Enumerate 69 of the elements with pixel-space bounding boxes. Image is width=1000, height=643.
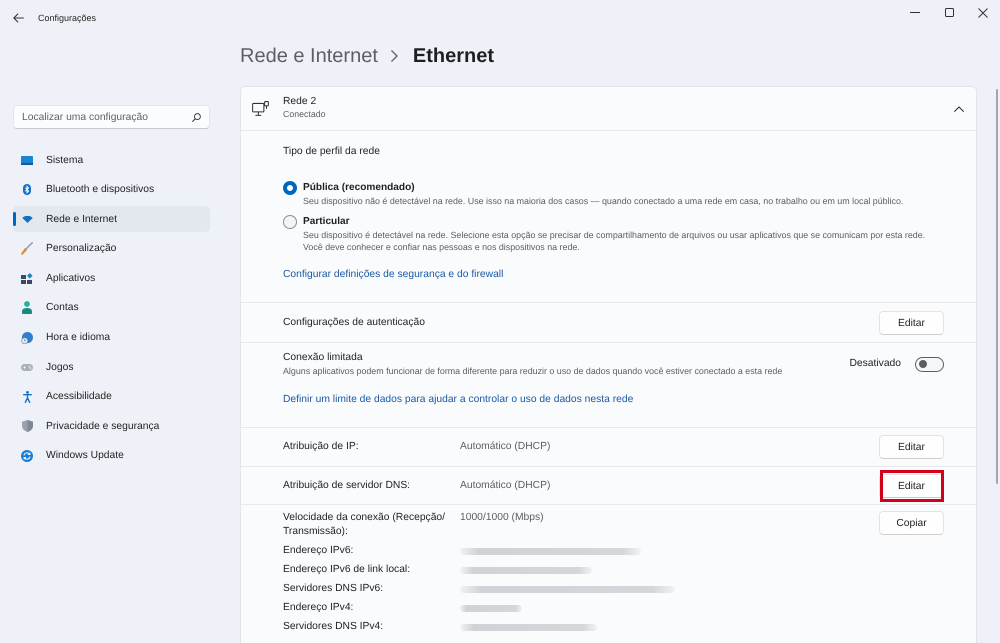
sidebar-item[interactable]: Sistema: [13, 147, 210, 173]
bluetooth-icon: [23, 184, 31, 196]
property-label: Servidores DNS IPv4:: [283, 620, 384, 634]
chevron-right-icon: [390, 50, 398, 62]
sidebar-item[interactable]: Windows Update: [13, 442, 210, 469]
toggle-switch[interactable]: [915, 356, 944, 372]
brush-icon: [21, 242, 33, 256]
radio-label: Pública (recomendado): [303, 181, 416, 195]
property-label: Endereço IPv4:: [283, 601, 354, 615]
search-field[interactable]: Localizar uma configuração: [13, 105, 210, 129]
setting-value: Automático (DHCP): [460, 479, 550, 493]
sidebar-item[interactable]: Jogos: [13, 354, 210, 380]
gamepad-icon: [21, 364, 33, 371]
chevron-up-icon[interactable]: [954, 106, 964, 112]
accessibility-icon: [22, 390, 32, 403]
close-icon: [978, 8, 988, 18]
option-description: Seu dispositivo não é detectável na rede. Use isso na maioria dos casos — quando conectado a uma rede em casa, no trabalho ou em um local público.: [303, 195, 904, 207]
radio-button[interactable]: [283, 215, 297, 229]
setting-label: Configurações de autenticação: [283, 316, 425, 330]
highlight-frame: [880, 470, 944, 502]
section-title: Tipo de perfil da rede: [283, 145, 381, 159]
shield-icon: [22, 420, 32, 432]
setting-value: Automático (DHCP): [460, 440, 550, 454]
sidebar-item[interactable]: Bluetooth e dispositivos: [13, 176, 210, 203]
sidebar-item[interactable]: Privacidade e segurança: [13, 413, 210, 440]
network-name: Rede 2: [283, 96, 318, 108]
wired-monitor-icon: [252, 101, 269, 116]
sidebar-item[interactable]: Acessibilidade: [13, 384, 210, 410]
minimize-icon: [910, 12, 920, 13]
setting-label: Atribuição de IP:: [283, 440, 360, 454]
search-icon: [192, 113, 201, 122]
blurred-value: [460, 605, 522, 612]
sync-icon: [21, 450, 33, 462]
property-label: Endereço IPv6:: [283, 544, 354, 558]
globe-clock-icon: [21, 332, 33, 344]
toggle-state-label: Desativado: [849, 357, 901, 371]
window-title: Configurações: [38, 12, 96, 24]
sidebar-item[interactable]: Contas: [13, 294, 210, 321]
sidebar-item[interactable]: Personalização: [13, 236, 210, 262]
sidebar-item[interactable]: Hora e idioma: [13, 324, 210, 351]
option-description: Seu dispositivo é detectável na rede. Selecione esta opção se precisar de compartilhamento de arquivos ou usar aplicativos que se comunicam por esta rede. Você deve conhecer e confiar nas pessoas e nos dispositivos na rede.: [303, 229, 926, 253]
radio-label: Particular: [303, 215, 351, 229]
back-arrow-icon: [12, 13, 24, 23]
sidebar-item[interactable]: Rede e Internet: [13, 206, 210, 232]
page-title: Ethernet: [412, 44, 494, 69]
person-icon: [22, 301, 32, 314]
edit-button[interactable]: Editar: [879, 474, 944, 498]
setting-label: Atribuição de servidor DNS:: [283, 479, 412, 493]
network-status: Conectado: [283, 108, 326, 121]
firewall-link[interactable]: Configurar definições de segurança e do firewall: [283, 268, 504, 282]
copy-button[interactable]: Copiar: [879, 511, 944, 535]
breadcrumb-link[interactable]: Rede e Internet: [240, 42, 378, 70]
maximize-icon: [944, 8, 954, 17]
edit-button[interactable]: Editar: [879, 311, 944, 335]
edit-button[interactable]: Editar: [879, 435, 944, 459]
setting-description: Alguns aplicativos podem funcionar de forma diferente para reduzir o uso de dados quando você estiver conectado a esta rede: [283, 365, 782, 377]
property-value: 1000/1000 (Mbps): [460, 511, 545, 525]
radio-button[interactable]: [283, 181, 297, 195]
property-label: Endereço IPv6 de link local:: [283, 563, 412, 577]
sidebar-item[interactable]: Aplicativos: [13, 265, 210, 292]
property-label: Servidores DNS IPv6:: [283, 582, 384, 596]
wifi-icon: [22, 216, 32, 223]
data-limit-link[interactable]: Definir um limite de dados para ajudar a controlar o uso de dados nesta rede: [283, 393, 634, 407]
monitor-icon: [21, 156, 33, 164]
apps-icon: [21, 272, 33, 284]
selection-indicator: [13, 212, 16, 226]
scrollbar-thumb[interactable]: [996, 89, 998, 484]
property-label: Velocidade da conexão (Recepção/Transmissão):: [283, 511, 446, 539]
setting-label: Conexão limitada: [283, 351, 364, 365]
